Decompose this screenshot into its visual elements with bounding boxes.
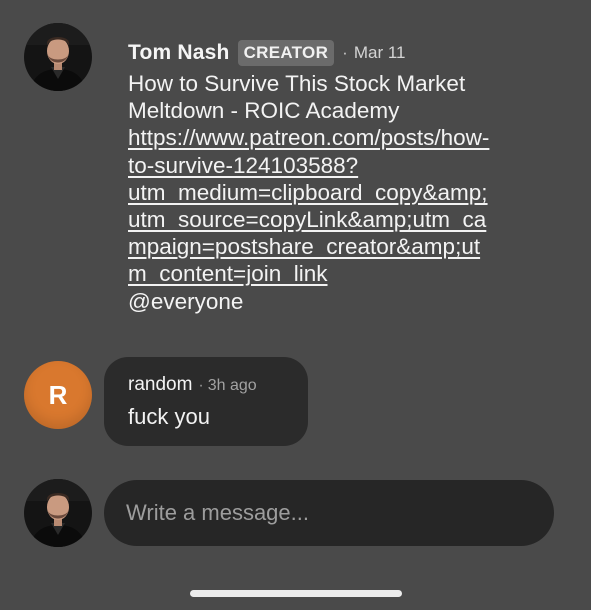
reply-author-name[interactable]: random — [128, 374, 192, 396]
post-link-line[interactable]: mpaign=postshare_creator&amp;ut — [128, 234, 480, 259]
reply-timestamp: 3h ago — [207, 377, 257, 394]
composer-avatar — [24, 479, 92, 547]
message-input[interactable] — [104, 480, 554, 546]
post-link-line[interactable]: utm_medium=clipboard_copy&amp; — [128, 180, 488, 205]
post-link[interactable]: mpaign=postshare_creator&amp;ut — [128, 233, 558, 260]
reply-avatar[interactable]: R — [24, 361, 92, 429]
meta-separator: · — [342, 43, 348, 62]
profile-photo-icon — [24, 479, 92, 547]
post-link[interactable]: to-survive-124103588? — [128, 152, 558, 179]
post-title-line: How to Survive This Stock Market — [128, 71, 466, 96]
post-date: Mar 11 — [353, 43, 406, 62]
post-link-line[interactable]: to-survive-124103588? — [128, 153, 358, 178]
post-header: Tom Nash CREATOR · Mar 11 — [128, 39, 405, 67]
post-link[interactable]: m_content=join_link — [128, 260, 558, 287]
reply-avatar-initial: R — [48, 379, 68, 410]
post-author-name[interactable]: Tom Nash — [128, 41, 230, 65]
creator-badge: CREATOR — [237, 40, 335, 66]
post-link[interactable]: utm_source=copyLink&amp;utm_ca — [128, 206, 558, 233]
post-title-line: Meltdown - ROIC Academy — [128, 98, 400, 124]
post-link-line[interactable]: m_content=join_link — [128, 261, 328, 286]
post-link-line[interactable]: utm_source=copyLink&amp;utm_ca — [128, 207, 486, 232]
reply-meta-separator: · — [198, 377, 204, 394]
post-link[interactable]: https://www.patreon.com/posts/how- — [128, 124, 558, 151]
everyone-mention[interactable]: @everyone — [128, 288, 558, 315]
creator-avatar[interactable] — [24, 23, 92, 91]
post-link-line[interactable]: https://www.patreon.com/posts/how- — [128, 125, 489, 150]
reply-header: random · 3h ago — [128, 374, 257, 396]
reply-bubble[interactable]: random · 3h ago fuck you — [104, 357, 308, 446]
post-body: How to Survive This Stock Market Meltdow… — [128, 70, 558, 315]
reply-message-text: fuck you — [128, 404, 210, 429]
profile-photo-icon — [24, 23, 92, 91]
post-link[interactable]: utm_medium=clipboard_copy&amp; — [128, 179, 558, 206]
home-indicator[interactable] — [190, 590, 402, 597]
